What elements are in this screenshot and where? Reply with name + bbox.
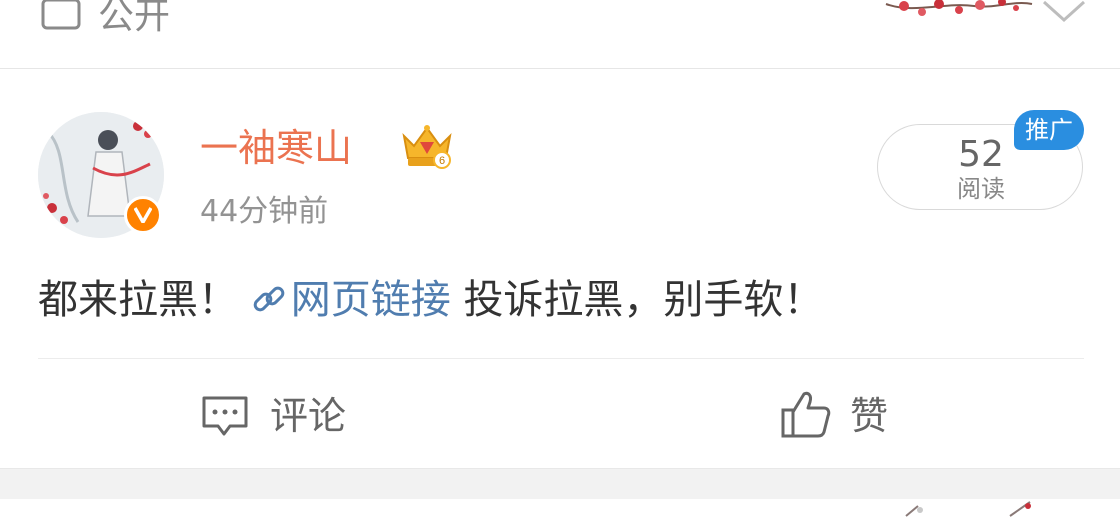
divider — [0, 68, 1120, 69]
like-button[interactable]: 赞 — [780, 388, 920, 444]
promo-badge: 推广 — [1014, 110, 1084, 150]
visibility-label: 公开 — [98, 0, 171, 37]
verified-badge-icon — [124, 196, 162, 234]
web-link-label: 网页链接 — [290, 277, 451, 323]
card-separator — [0, 468, 1120, 499]
comment-label: 评论 — [270, 394, 347, 438]
post-text-prefix: 都来拉黑！ — [38, 277, 238, 323]
comment-button[interactable]: 评论 — [200, 388, 380, 444]
plum-blossom-decoration — [905, 501, 1031, 517]
username[interactable]: 一袖寒山 — [200, 122, 352, 174]
lock-icon — [41, 0, 81, 30]
post-text-suffix: 投诉拉黑，别手软！ — [463, 277, 824, 323]
plum-blossom-decoration — [885, 0, 1033, 16]
timestamp: 44分钟前 — [200, 194, 329, 229]
link-icon — [253, 286, 285, 312]
thumbs-up-icon — [781, 391, 831, 438]
post-content: 都来拉黑！ 网页链接 投诉拉黑，别手软！ — [38, 270, 823, 330]
vip-level: 6 — [439, 155, 445, 167]
vip-crown-icon[interactable]: 6 — [398, 122, 456, 170]
like-label: 赞 — [850, 394, 889, 438]
visibility-bar[interactable]: 公开 — [0, 0, 1120, 68]
read-label: 阅读 — [957, 175, 1005, 203]
divider — [38, 358, 1084, 359]
comment-icon — [202, 396, 248, 436]
chevron-down-icon[interactable] — [1040, 0, 1088, 32]
web-link[interactable]: 网页链接 — [251, 270, 451, 330]
